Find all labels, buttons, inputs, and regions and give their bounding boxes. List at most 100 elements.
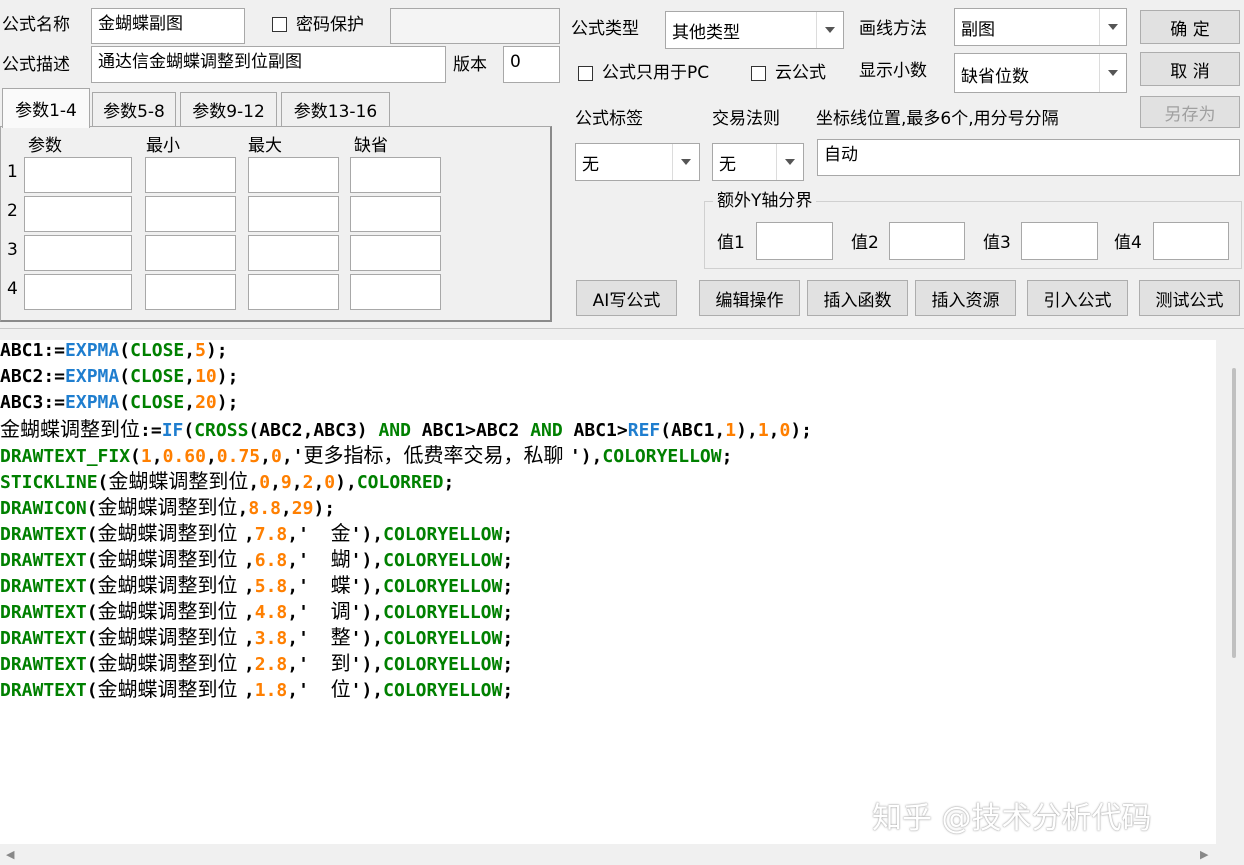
ok-button[interactable]: 确 定 (1140, 10, 1240, 44)
tag-select[interactable]: 无 (575, 143, 700, 181)
cancel-button[interactable]: 取 消 (1140, 52, 1240, 86)
code-line: ABC1:=EXPMA(CLOSE,5); (0, 340, 228, 361)
param-max-input[interactable] (248, 235, 339, 271)
code-line: DRAWTEXT_FIX(1,0.60,0.75,0,'更多指标，低费率交易，私… (0, 443, 733, 467)
chevron-down-icon (816, 12, 843, 48)
val2-input[interactable] (889, 222, 965, 260)
param-name-input[interactable] (24, 274, 132, 310)
axis-input[interactable]: 自动 (817, 139, 1240, 176)
val4-label: 值4 (1114, 233, 1142, 253)
param-max-input[interactable] (248, 274, 339, 310)
code-line: DRAWTEXT(金蝴蝶调整到位 ,6.8,' 蝴'),COLORYELLOW; (0, 547, 514, 571)
param-max-input[interactable] (248, 157, 339, 193)
code-line: DRAWTEXT(金蝴蝶调整到位 ,3.8,' 整'),COLORYELLOW; (0, 625, 514, 649)
rule-select[interactable]: 无 (712, 143, 804, 181)
param-header: 参数 (28, 136, 62, 156)
chevron-down-icon (1099, 54, 1126, 92)
name-label: 公式名称 (2, 15, 70, 35)
ai-formula-button[interactable]: AI写公式 (576, 280, 677, 316)
tab-params-13-16[interactable]: 参数13-16 (281, 92, 390, 126)
watermark: 知乎 @技术分析代码 (872, 801, 1152, 836)
draw-value: 副图 (961, 20, 995, 40)
rule-label: 交易法则 (712, 109, 780, 129)
draw-label: 画线方法 (859, 19, 927, 39)
vertical-scrollbar[interactable] (1218, 340, 1244, 844)
cloud-checkbox[interactable] (751, 66, 766, 81)
code-line: 金蝴蝶调整到位:=IF(CROSS(ABC2,ABC3) AND ABC1>AB… (0, 417, 813, 441)
pc-only-label: 公式只用于PC (602, 63, 710, 83)
tab-params-5-8[interactable]: 参数5-8 (92, 92, 176, 126)
version-input[interactable]: 0 (503, 46, 560, 83)
row-number: 1 (7, 162, 18, 182)
param-default-input[interactable] (350, 196, 441, 232)
code-line: STICKLINE(金蝴蝶调整到位,0,9,2,0),COLORRED; (0, 469, 455, 493)
password-checkbox[interactable] (272, 17, 287, 32)
version-label: 版本 (453, 55, 487, 75)
tag-label: 公式标签 (575, 109, 643, 129)
val4-input[interactable] (1153, 222, 1229, 260)
pc-only-checkbox[interactable] (578, 66, 593, 81)
save-as-button[interactable]: 另存为 (1140, 96, 1240, 128)
param-min-input[interactable] (145, 274, 236, 310)
val2-label: 值2 (851, 233, 879, 253)
tag-value: 无 (582, 155, 599, 175)
cloud-label: 云公式 (775, 63, 826, 83)
code-line: DRAWTEXT(金蝴蝶调整到位 ,5.8,' 蝶'),COLORYELLOW; (0, 573, 514, 597)
row-number: 2 (7, 201, 18, 221)
code-line: DRAWTEXT(金蝴蝶调整到位 ,1.8,' 位'),COLORYELLOW; (0, 677, 514, 701)
type-select[interactable]: 其他类型 (665, 11, 844, 49)
desc-input[interactable]: 通达信金蝴蝶调整到位副图 (91, 46, 446, 83)
param-min-input[interactable] (145, 157, 236, 193)
val1-input[interactable] (756, 222, 833, 260)
axis-label: 坐标线位置,最多6个,用分号分隔 (816, 109, 1059, 129)
draw-select[interactable]: 副图 (954, 8, 1127, 46)
val3-label: 值3 (983, 233, 1011, 253)
decimals-value: 缺省位数 (961, 67, 1029, 87)
name-input[interactable]: 金蝴蝶副图 (91, 8, 245, 44)
param-default-input[interactable] (350, 235, 441, 271)
val3-input[interactable] (1021, 222, 1098, 260)
param-max-input[interactable] (248, 196, 339, 232)
chevron-down-icon (672, 144, 699, 180)
default-header: 缺省 (354, 136, 388, 156)
password-label: 密码保护 (296, 15, 364, 35)
param-default-input[interactable] (350, 274, 441, 310)
insert-function-button[interactable]: 插入函数 (807, 280, 908, 316)
tab-params-9-12[interactable]: 参数9-12 (180, 92, 277, 126)
desc-label: 公式描述 (2, 55, 70, 75)
code-line: DRAWICON(金蝴蝶调整到位,8.8,29); (0, 495, 336, 519)
import-formula-button[interactable]: 引入公式 (1027, 280, 1128, 316)
extra-y-label: 额外Y轴分界 (713, 190, 817, 212)
type-value: 其他类型 (672, 23, 740, 43)
scrollbar-thumb[interactable] (1232, 368, 1236, 658)
row-number: 3 (7, 240, 18, 260)
val1-label: 值1 (717, 233, 745, 253)
test-formula-button[interactable]: 测试公式 (1139, 280, 1240, 316)
param-min-input[interactable] (145, 235, 236, 271)
code-editor[interactable]: ABC1:=EXPMA(CLOSE,5); ABC2:=EXPMA(CLOSE,1… (0, 340, 1216, 844)
password-input[interactable] (390, 8, 560, 44)
scroll-left-icon[interactable]: ◀ (6, 848, 14, 861)
param-name-input[interactable] (24, 157, 132, 193)
param-name-input[interactable] (24, 196, 132, 232)
code-line: DRAWTEXT(金蝴蝶调整到位 ,2.8,' 到'),COLORYELLOW; (0, 651, 514, 675)
chevron-down-icon (1099, 9, 1126, 45)
min-header: 最小 (146, 136, 180, 156)
code-line: DRAWTEXT(金蝴蝶调整到位 ,4.8,' 调'),COLORYELLOW; (0, 599, 514, 623)
param-default-input[interactable] (350, 157, 441, 193)
param-min-input[interactable] (145, 196, 236, 232)
decimals-select[interactable]: 缺省位数 (954, 53, 1127, 93)
code-line: ABC3:=EXPMA(CLOSE,20); (0, 392, 239, 413)
tab-params-1-4[interactable]: 参数1-4 (2, 88, 90, 128)
code-line: ABC2:=EXPMA(CLOSE,10); (0, 366, 239, 387)
insert-resource-button[interactable]: 插入资源 (915, 280, 1016, 316)
decimals-label: 显示小数 (859, 61, 927, 81)
param-name-input[interactable] (24, 235, 132, 271)
horizontal-scrollbar[interactable]: ◀ ▶ (0, 844, 1244, 865)
rule-value: 无 (719, 155, 736, 175)
scroll-right-icon[interactable]: ▶ (1200, 848, 1208, 861)
code-line: DRAWTEXT(金蝴蝶调整到位 ,7.8,' 金'),COLORYELLOW; (0, 521, 514, 545)
edit-operation-button[interactable]: 编辑操作 (699, 280, 800, 316)
row-number: 4 (7, 279, 18, 299)
chevron-down-icon (776, 144, 803, 180)
